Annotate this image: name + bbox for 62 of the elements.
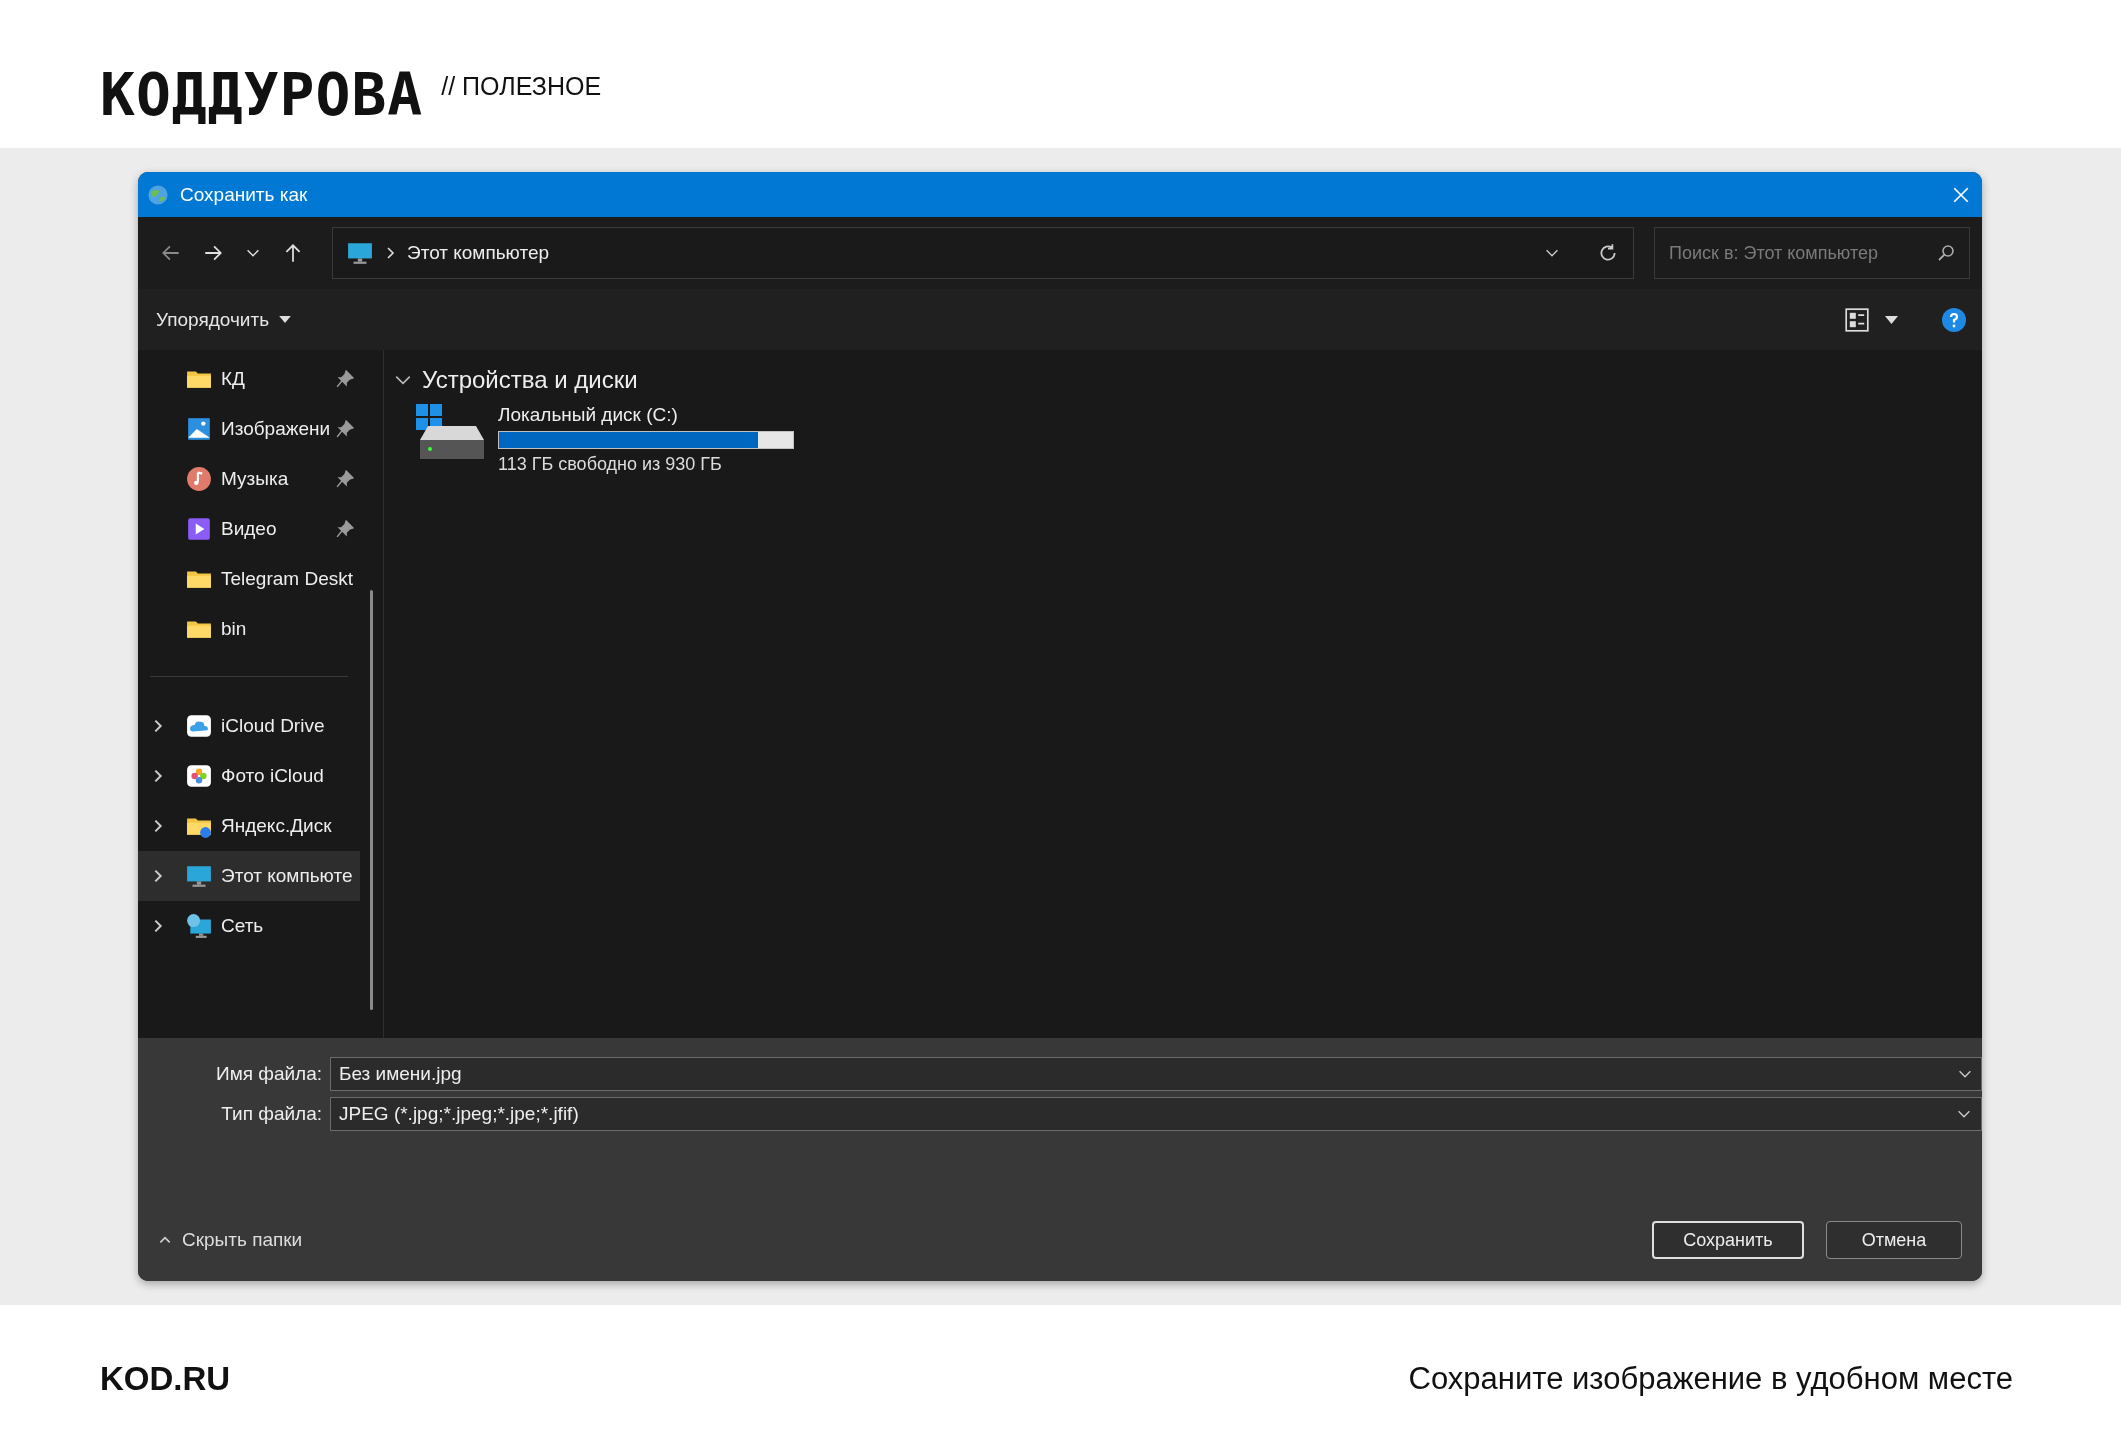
sidebar-label: Фото iCloud	[221, 765, 325, 787]
address-bar[interactable]: Этот компьютер	[332, 227, 1634, 279]
search-field[interactable]: Поиск в: Этот компьютер	[1654, 227, 1970, 279]
site-name: KOD.RU	[100, 1360, 231, 1398]
sidebar-label: Сеть	[221, 915, 265, 937]
sidebar-item[interactable]: Видео	[138, 504, 360, 554]
sidebar-item[interactable]: Этот компьюте	[138, 851, 360, 901]
sidebar-label: Видео	[221, 518, 278, 540]
sidebar-label: iCloud Drive	[221, 715, 326, 737]
caret-icon[interactable]	[1885, 315, 1898, 324]
sidebar-label: Яндекс.Диск	[221, 815, 333, 837]
section-tag: // ПОЛЕЗНОЕ	[441, 72, 602, 101]
picture-icon	[186, 416, 212, 442]
caret-icon	[279, 316, 292, 323]
window-title: Сохранить как	[180, 183, 309, 206]
sidebar-label: bin	[221, 618, 248, 640]
filetype-dropdown[interactable]: JPEG (*.jpg;*.jpeg;*.jpe;*.jfif)	[330, 1097, 1982, 1131]
sidebar-item[interactable]: КД	[138, 354, 360, 404]
hide-folders-button[interactable]: Скрыть папки	[152, 1228, 309, 1252]
music-note-icon	[186, 466, 212, 492]
video-icon	[186, 516, 212, 542]
sidebar-item[interactable]: iCloud Drive	[138, 701, 360, 751]
view-icon[interactable]	[1845, 307, 1869, 332]
scrollbar[interactable]	[370, 590, 373, 1010]
sidebar-label: КД	[221, 368, 246, 390]
organize-button[interactable]: Упорядочить	[156, 304, 292, 335]
save-button[interactable]: Сохранить	[1652, 1221, 1804, 1259]
pin-icon[interactable]	[336, 370, 354, 388]
drive-name: Локальный диск (C:)	[498, 404, 679, 426]
free-space: 113 ГБ свободно из 930 ГБ	[498, 454, 723, 475]
caption: Сохраните изображение в удобном месте	[1408, 1361, 2013, 1397]
sidebar-item[interactable]: bin	[138, 604, 360, 654]
help-icon[interactable]	[1942, 307, 1966, 332]
filename-field[interactable]: Без имени.jpg	[330, 1057, 1982, 1091]
pin-icon[interactable]	[336, 520, 354, 538]
sidebar-item[interactable]: Фото iCloud	[138, 751, 360, 801]
cancel-button[interactable]: Отмена	[1826, 1221, 1962, 1259]
sidebar-item[interactable]: Telegram Deskt	[138, 554, 360, 604]
field-label: Имя файла:	[214, 1063, 323, 1085]
pin-icon[interactable]	[336, 420, 354, 438]
group-heading: Устройства и диски	[422, 366, 638, 394]
network-icon	[186, 913, 212, 939]
sidebar-label: Telegram Deskt	[221, 568, 354, 590]
breadcrumb[interactable]: Этот компьютер	[407, 242, 1531, 264]
pin-icon[interactable]	[336, 470, 354, 488]
sidebar-item[interactable]: Музыка	[138, 454, 360, 504]
monitor-icon	[347, 240, 373, 266]
sidebar-label: Этот компьюте	[221, 865, 354, 887]
close-icon[interactable]	[1952, 185, 1970, 204]
monitor-icon	[186, 863, 212, 889]
search-icon	[1936, 243, 1956, 263]
sidebar-item[interactable]: Изображени	[138, 404, 360, 454]
sidebar-item[interactable]: Сеть	[138, 901, 360, 951]
field-label: Тип файла:	[220, 1103, 323, 1125]
logo: КОДДУРОВА	[100, 61, 424, 129]
cloud-icon	[186, 713, 212, 739]
sidebar-label: Изображени	[221, 418, 332, 440]
sidebar-label: Музыка	[221, 468, 290, 490]
globe-icon	[146, 182, 170, 207]
chevron-right-icon	[385, 246, 395, 260]
flower-icon	[186, 763, 212, 789]
sidebar-item[interactable]: Яндекс.Диск	[138, 801, 360, 851]
